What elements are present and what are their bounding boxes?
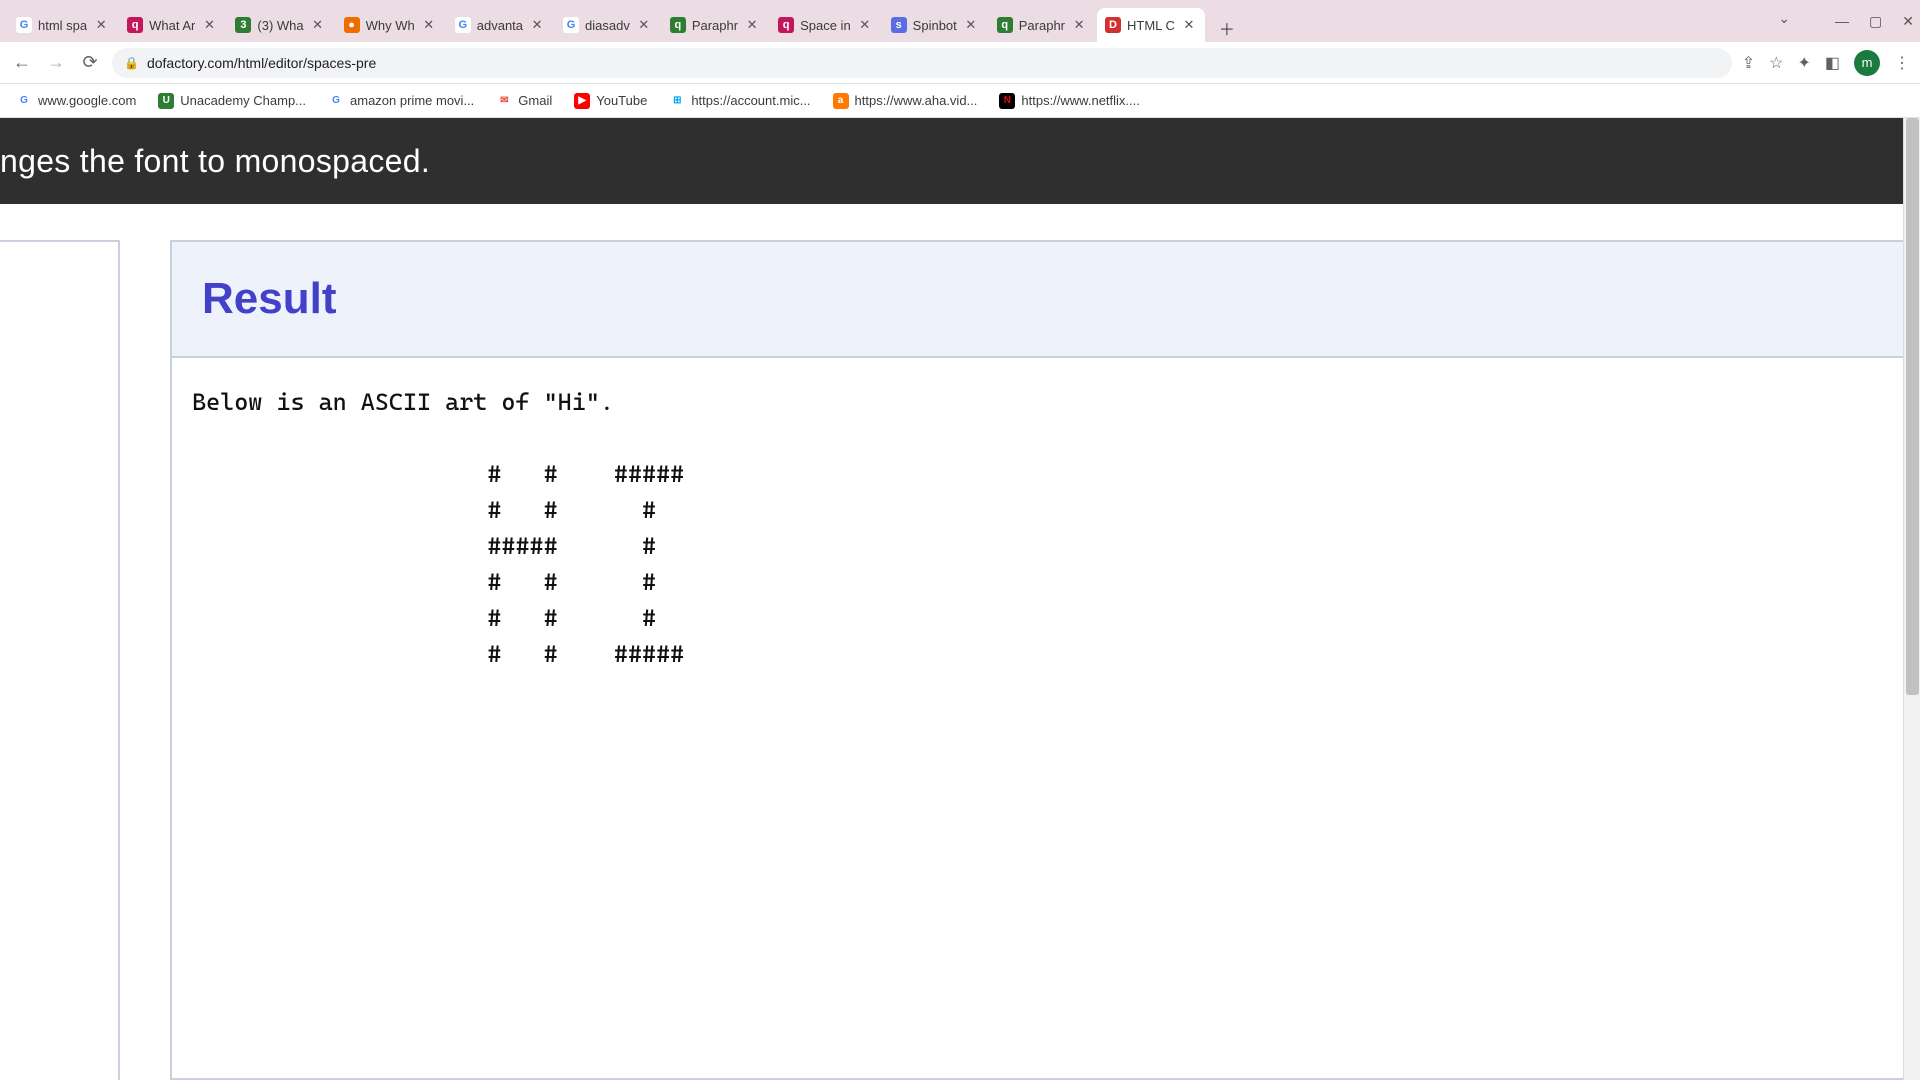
bookmark-favicon: G [328,93,344,109]
tab-favicon: q [670,17,686,33]
bookmark-star-icon[interactable]: ☆ [1769,53,1783,73]
tab-title: What Ar [149,18,195,33]
browser-tab[interactable]: q Paraphr ✕ [989,8,1095,42]
minimize-button[interactable]: — [1835,13,1849,29]
tab-title: html spa [38,18,87,33]
tab-close-button[interactable]: ✕ [744,17,760,33]
share-icon[interactable]: ⇪ [1742,53,1755,73]
vertical-scrollbar[interactable] [1903,118,1920,1080]
banner-text: nges the font to monospaced. [0,143,430,180]
page-banner: nges the font to monospaced. [0,118,1920,204]
reload-button[interactable]: ⟳ [78,51,102,75]
scrollbar-thumb[interactable] [1906,118,1919,695]
tab-title: Spinbot [913,18,957,33]
browser-tab[interactable]: q Paraphr ✕ [662,8,768,42]
sidepanel-icon[interactable]: ◧ [1825,53,1840,73]
extensions-icon[interactable]: ✦ [1797,53,1810,73]
bookmark-item[interactable]: Nhttps://www.netflix.... [999,93,1140,109]
bookmark-favicon: N [999,93,1015,109]
chrome-menu-icon[interactable]: ⋮ [1894,53,1910,73]
url-text: dofactory.com/html/editor/spaces-pre [147,55,376,71]
tab-close-button[interactable]: ✕ [421,17,437,33]
page-viewport: nges the font to monospaced. Result Belo… [0,118,1920,1080]
tab-overflow-icon[interactable]: ⌄ [1778,10,1790,27]
tab-strip: Ghtml spa✕qWhat Ar✕3(3) Wha✕●Why Wh✕Gadv… [0,0,1920,42]
bookmark-label: Unacademy Champ... [180,93,306,108]
editor-panel-stub [0,240,120,1080]
bookmark-favicon: U [158,93,174,109]
bookmark-label: www.google.com [38,93,136,108]
new-tab-button[interactable]: ＋ [1213,14,1241,42]
bookmark-favicon: a [833,93,849,109]
profile-avatar[interactable]: m [1854,50,1880,76]
tab-favicon: q [778,17,794,33]
tab-title: advanta [477,18,523,33]
tab-title: Paraphr [692,18,738,33]
bookmark-label: https://www.netflix.... [1021,93,1140,108]
bookmark-item[interactable]: ⊞ https://account.mic... [669,93,810,109]
tab-close-button[interactable]: ✕ [201,17,217,33]
tab-close-button[interactable]: ✕ [1071,17,1087,33]
back-button[interactable]: ← [10,51,34,75]
bookmark-item[interactable]: ▶ YouTube [574,93,647,109]
browser-tab[interactable]: Ghtml spa ✕ [8,8,117,42]
bookmark-label: YouTube [596,93,647,108]
result-panel: Result Below is an ASCII art of "Hi". # … [170,240,1920,1080]
bookmark-item[interactable]: Gwww.google.com [16,93,136,109]
browser-tab[interactable]: s Spinbot ✕ [883,8,987,42]
tab-favicon: ● [344,17,360,33]
tab-close-button[interactable]: ✕ [963,17,979,33]
browser-tab[interactable]: Gadvanta ✕ [447,8,553,42]
result-body: Below is an ASCII art of "Hi". # # #####… [172,358,1920,698]
tab-favicon: G [455,17,471,33]
bookmark-label: amazon prime movi... [350,93,474,108]
bookmark-item[interactable]: a https://www.aha.vid... [833,93,978,109]
tab-title: Space in [800,18,851,33]
tab-close-button[interactable]: ✕ [636,17,652,33]
address-bar[interactable]: 🔒 dofactory.com/html/editor/spaces-pre [112,48,1732,78]
bookmarks-bar: Gwww.google.com U Unacademy Champ... Gamazo… [0,84,1920,118]
browser-toolbar: ← → ⟳ 🔒 dofactory.com/html/editor/spaces… [0,42,1920,84]
tab-favicon: q [997,17,1013,33]
tab-favicon: q [127,17,143,33]
bookmark-item[interactable]: Gamazon prime movi... [328,93,474,109]
tab-favicon: G [563,17,579,33]
bookmark-item[interactable]: ✉ Gmail [496,93,552,109]
bookmark-label: Gmail [518,93,552,108]
result-pre-output: Below is an ASCII art of "Hi". # # #####… [192,384,1900,672]
browser-tab[interactable]: 3 (3) Wha ✕ [227,8,333,42]
tab-close-button[interactable]: ✕ [1181,17,1197,33]
lock-icon: 🔒 [124,56,139,70]
bookmark-favicon: ✉ [496,93,512,109]
tab-title: (3) Wha [257,18,303,33]
tab-close-button[interactable]: ✕ [93,17,109,33]
browser-tab[interactable]: ● Why Wh ✕ [336,8,445,42]
bookmark-favicon: G [16,93,32,109]
tab-title: HTML C [1127,18,1175,33]
tab-title: Why Wh [366,18,415,33]
tab-favicon: s [891,17,907,33]
browser-tab[interactable]: q What Ar ✕ [119,8,225,42]
maximize-button[interactable]: ▢ [1869,13,1882,30]
result-heading: Result [202,274,336,324]
bookmark-label: https://account.mic... [691,93,810,108]
tab-title: Paraphr [1019,18,1065,33]
bookmark-favicon: ⊞ [669,93,685,109]
tab-close-button[interactable]: ✕ [857,17,873,33]
tab-favicon: D [1105,17,1121,33]
tab-title: diasadv [585,18,630,33]
tab-close-button[interactable]: ✕ [310,17,326,33]
tab-favicon: 3 [235,17,251,33]
bookmark-item[interactable]: U Unacademy Champ... [158,93,306,109]
tab-close-button[interactable]: ✕ [529,17,545,33]
browser-tab[interactable]: D HTML C ✕ [1097,8,1205,42]
forward-button[interactable]: → [44,51,68,75]
close-window-button[interactable]: ✕ [1902,13,1914,30]
browser-tab[interactable]: Gdiasadv ✕ [555,8,660,42]
result-header: Result [172,242,1920,358]
tab-favicon: G [16,17,32,33]
browser-tab[interactable]: q Space in ✕ [770,8,881,42]
bookmark-favicon: ▶ [574,93,590,109]
bookmark-label: https://www.aha.vid... [855,93,978,108]
